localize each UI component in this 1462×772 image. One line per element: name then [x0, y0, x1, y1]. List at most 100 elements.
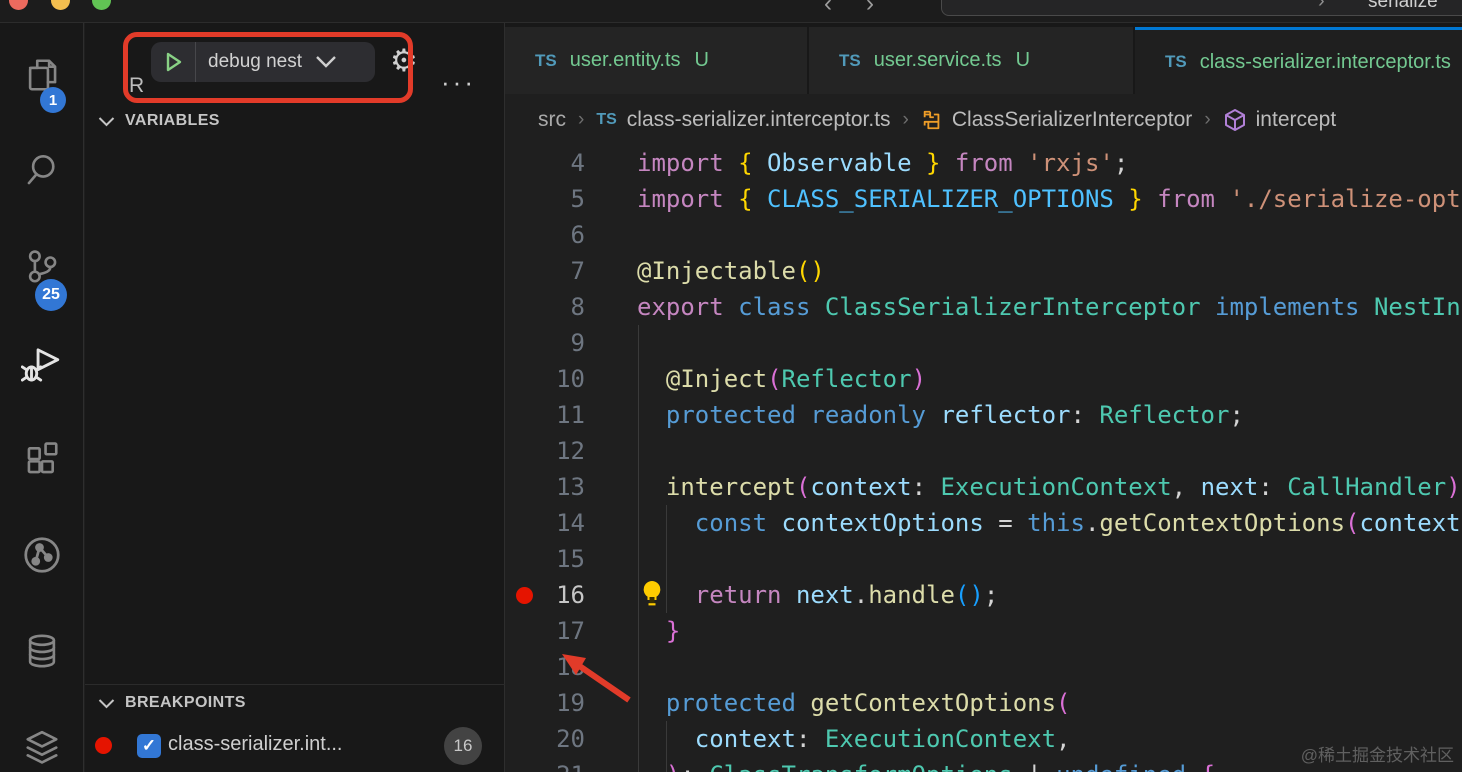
code-line[interactable]: 13 intercept(context: ExecutionContext, … [505, 469, 1462, 505]
breadcrumb-separator-icon: › [902, 108, 909, 130]
code-line[interactable]: 12 [505, 433, 1462, 469]
layers-icon[interactable] [0, 703, 84, 772]
source-control-icon[interactable]: 25 [0, 223, 84, 311]
indent-guide [666, 505, 667, 613]
nav-forward-icon[interactable]: › [866, 0, 874, 18]
typescript-file-icon: TS [839, 50, 861, 70]
code-editor[interactable]: 4 import { Observable } from 'rxjs'; 5 impo… [505, 145, 1462, 772]
zoom-window-button[interactable] [92, 0, 111, 10]
code-text: export class ClassSerializerInterceptor … [637, 293, 1462, 321]
tab-user-service[interactable]: TS user.service.ts U [809, 27, 1133, 94]
code-text: ): ClassTransformOptions | undefined { [637, 757, 1215, 772]
nav-back-icon[interactable]: ‹ [824, 0, 832, 18]
more-actions-icon[interactable]: ··· [441, 67, 476, 98]
breakpoint-dot-icon [95, 737, 112, 754]
breadcrumb-method[interactable]: intercept [1256, 108, 1337, 132]
line-number[interactable]: 19 [505, 685, 585, 721]
code-line[interactable]: 5 import { CLASS_SERIALIZER_OPTIONS } fro… [505, 181, 1462, 217]
code-line[interactable]: 10 @Inject(Reflector) [505, 361, 1462, 397]
tab-class-serializer-interceptor[interactable]: TS class-serializer.interceptor.ts [1135, 27, 1462, 94]
line-number[interactable]: 4 [505, 145, 585, 181]
class-symbol-icon [921, 109, 943, 131]
play-icon [166, 52, 182, 72]
line-number[interactable]: 10 [505, 361, 585, 397]
tab-label: user.entity.ts [569, 49, 681, 71]
line-number[interactable]: 15 [505, 541, 585, 577]
line-number[interactable]: 8 [505, 289, 585, 325]
lightbulb-icon[interactable] [640, 580, 664, 612]
line-number[interactable]: 9 [505, 325, 585, 361]
breakpoint-file-label: class-serializer.int... [168, 733, 343, 755]
explorer-icon[interactable]: 1 [0, 31, 84, 119]
method-symbol-icon [1223, 108, 1247, 132]
line-number[interactable]: 6 [505, 217, 585, 253]
code-line[interactable]: 6 [505, 217, 1462, 253]
line-number[interactable]: 14 [505, 505, 585, 541]
code-line[interactable]: 19 protected getContextOptions( [505, 685, 1462, 721]
line-number[interactable]: 11 [505, 397, 585, 433]
line-number[interactable]: 13 [505, 469, 585, 505]
git-status-badge: U [1015, 49, 1031, 71]
code-text: protected getContextOptions( [665, 689, 1071, 717]
database-icon[interactable] [0, 607, 84, 695]
breadcrumb-class[interactable]: ClassSerializerInterceptor [952, 108, 1192, 132]
line-number[interactable]: 5 [505, 181, 585, 217]
tab-user-entity[interactable]: TS user.entity.ts U [505, 27, 807, 94]
remote-graph-icon[interactable] [0, 511, 84, 599]
search-icon[interactable] [0, 126, 84, 214]
code-text: } [665, 617, 681, 645]
typescript-file-icon: TS [535, 50, 557, 70]
breakpoints-section-header[interactable]: BREAKPOINTS [85, 688, 505, 718]
code-line[interactable]: 8 export class ClassSerializerInterceptor… [505, 289, 1462, 325]
breadcrumb-separator-icon: › [578, 108, 585, 130]
command-center-text: serialize [1368, 0, 1438, 12]
line-number[interactable]: 20 [505, 721, 585, 757]
breakpoint-list-item[interactable]: ✓ class-serializer.int... 16 [85, 724, 505, 768]
line-number[interactable]: 17 [505, 613, 585, 649]
code-text: import { CLASS_SERIALIZER_OPTIONS } from… [637, 185, 1462, 213]
debug-config-dropdown[interactable]: debug nest [196, 51, 302, 73]
tab-label: class-serializer.interceptor.ts [1199, 50, 1451, 73]
chevron-down-icon[interactable] [314, 55, 338, 69]
code-text: const contextOptions = this.getContextOp… [694, 509, 1461, 537]
code-line[interactable]: 14 const contextOptions = this.getContex… [505, 505, 1462, 541]
breakpoint-glyph[interactable] [516, 587, 533, 604]
code-text: return next.handle(); [694, 581, 999, 609]
code-text: @Injectable() [637, 257, 825, 285]
line-number[interactable]: 18 [505, 649, 585, 685]
chevron-down-icon [98, 116, 115, 126]
breakpoint-line-badge: 16 [444, 727, 482, 765]
breadcrumb-file[interactable]: class-serializer.interceptor.ts [627, 108, 891, 132]
code-line[interactable]: 11 protected readonly reflector: Reflect… [505, 397, 1462, 433]
breakpoint-checkbox[interactable]: ✓ [137, 734, 161, 758]
breakpoints-section-label: BREAKPOINTS [125, 694, 246, 711]
code-line[interactable]: 4 import { Observable } from 'rxjs'; [505, 145, 1462, 181]
run-and-debug-icon[interactable] [0, 319, 84, 407]
line-number[interactable]: 12 [505, 433, 585, 469]
close-window-button[interactable] [9, 0, 28, 10]
debug-start-button[interactable] [151, 42, 196, 82]
code-line[interactable]: 18 [505, 649, 1462, 685]
gear-icon[interactable]: ⚙ [390, 45, 418, 76]
code-line[interactable]: 15 [505, 541, 1462, 577]
extensions-icon[interactable] [0, 415, 84, 503]
breadcrumb: src › TS class-serializer.interceptor.ts… [505, 94, 1462, 145]
explorer-badge: 1 [40, 87, 66, 113]
sidebar-title-truncated: R [129, 74, 145, 97]
tab-label: user.service.ts [873, 49, 1002, 71]
watermark: @稀土掘金技术社区 [1300, 746, 1454, 765]
code-text: @Inject(Reflector) [665, 365, 927, 393]
git-status-badge: U [694, 49, 709, 71]
activity-bar: 1 25 [0, 23, 84, 772]
line-number[interactable]: 21 [505, 757, 585, 772]
code-line[interactable]: 17 } [505, 613, 1462, 649]
code-line[interactable]: 7 @Injectable() [505, 253, 1462, 289]
code-line[interactable]: 9 [505, 325, 1462, 361]
title-bar: ‹ › › serialize [0, 0, 1462, 23]
minimize-window-button[interactable] [51, 0, 70, 10]
line-number[interactable]: 7 [505, 253, 585, 289]
variables-section-header[interactable]: VARIABLES [85, 106, 505, 136]
code-text: context: ExecutionContext, [694, 725, 1071, 753]
breadcrumb-folder[interactable]: src [538, 108, 566, 132]
indent-guide [666, 721, 667, 772]
